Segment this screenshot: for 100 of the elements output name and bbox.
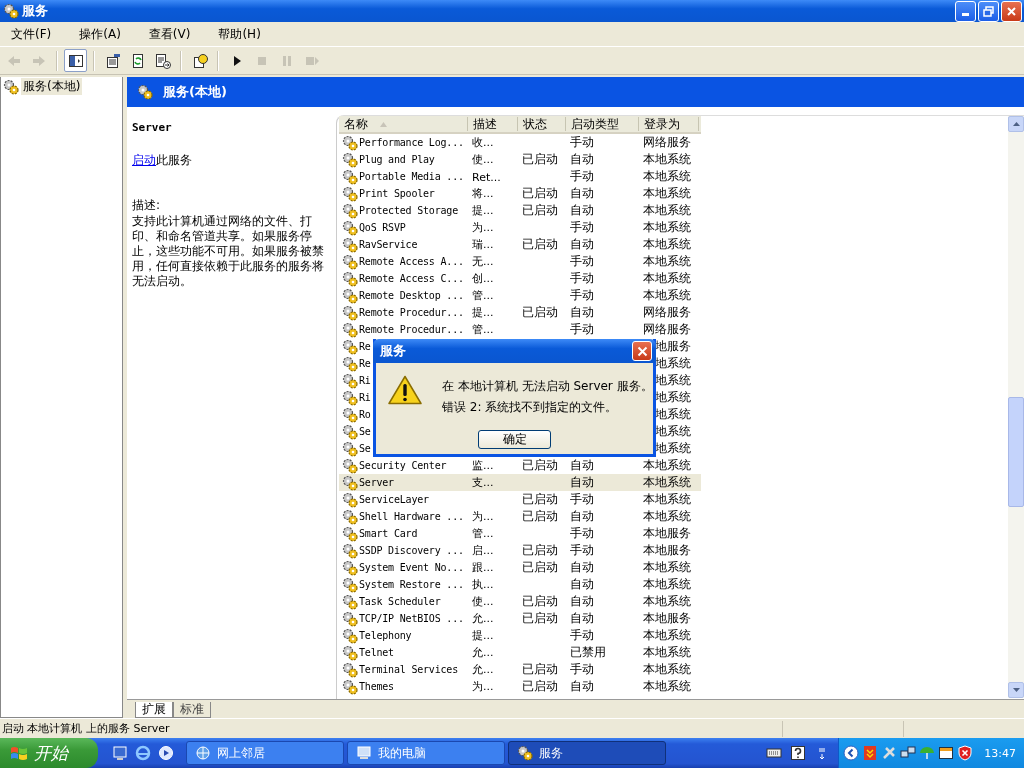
table-cell: 已启动	[522, 611, 558, 625]
table-cell: 本地系统	[643, 253, 691, 270]
service-name: Remote Procedur...	[359, 324, 464, 335]
table-cell: 已启动	[522, 458, 558, 472]
table-cell: 地系统	[655, 389, 691, 406]
table-cell: 自动	[570, 509, 594, 523]
table-cell: 本地系统	[643, 457, 691, 474]
service-name: Remote Access C...	[359, 273, 464, 284]
table-cell: 自动	[570, 203, 594, 217]
service-name: Telnet	[359, 647, 394, 658]
pane-title: 服务(本地)	[163, 83, 227, 101]
table-cell: 允...	[472, 663, 494, 676]
table-cell: 自动	[570, 577, 594, 591]
table-cell: 已禁用	[570, 645, 606, 659]
table-cell: 已启动	[522, 152, 558, 166]
table-cell: 管...	[472, 323, 494, 336]
status-text: 启动 本地计算机 上的服务 Server	[2, 721, 171, 736]
table-cell: 自动	[570, 560, 594, 574]
table-cell: 管...	[472, 289, 494, 302]
service-name: QoS RSVP	[359, 222, 406, 233]
table-cell: 已启动	[522, 186, 558, 200]
dialog-message: 在 本地计算机 无法启动 Server 服务。	[442, 378, 653, 395]
table-cell: 手动	[570, 271, 594, 285]
table-cell: 已启动	[522, 560, 558, 574]
table-cell: 本地系统	[643, 202, 691, 219]
service-name: Re	[359, 358, 371, 369]
description-text: 支持此计算机通过网络的文件、打印、和命名管道共享。如果服务停止，这些功能不可用。如果服务被禁用，任何直接依赖于此服务的服务将无法启动。	[132, 214, 325, 289]
table-cell: 手动	[570, 135, 594, 149]
service-name: Telephony	[359, 630, 412, 641]
description-label: 描述:	[132, 197, 162, 214]
dialog-title: 服务	[380, 342, 407, 360]
table-cell: 管...	[472, 527, 494, 540]
service-name: RavService	[359, 239, 418, 250]
table-cell: 本地系统	[643, 661, 691, 678]
service-name: Performance Log...	[359, 137, 464, 148]
error-message: 错误 2: 系统找不到指定的文件。	[442, 399, 619, 416]
table-cell: 网络服务	[643, 134, 691, 151]
service-name: TCP/IP NetBIOS ...	[359, 613, 464, 624]
table-cell: 手动	[570, 543, 594, 557]
table-cell: 本地系统	[643, 219, 691, 236]
table-cell: 本地系统	[643, 185, 691, 202]
table-cell: 网络服务	[643, 304, 691, 321]
table-cell: 手动	[570, 662, 594, 676]
table-cell: 手动	[570, 322, 594, 336]
table-cell: 将...	[472, 187, 494, 200]
table-cell: 地系统	[655, 355, 691, 372]
service-name: Print Spooler	[359, 188, 435, 199]
table-cell: 已启动	[522, 543, 558, 557]
table-cell: 启...	[472, 544, 494, 557]
table-cell: 已启动	[522, 237, 558, 251]
table-cell: 跟...	[472, 561, 494, 574]
start-service-text: 启动此服务	[132, 152, 193, 169]
table-cell: 已启动	[522, 662, 558, 676]
table-cell: 本地系统	[643, 151, 691, 168]
table-cell: 本地系统	[643, 576, 691, 593]
table-cell: 已启动	[522, 203, 558, 217]
service-name: Shell Hardware ...	[359, 511, 464, 522]
table-cell: 为...	[472, 510, 494, 523]
table-cell: 手动	[570, 628, 594, 642]
service-name: Re	[359, 341, 371, 352]
table-cell: 本地系统	[643, 491, 691, 508]
table-cell: 本地服务	[643, 525, 691, 542]
table-cell: 使...	[472, 595, 494, 608]
clock: 13:47	[984, 746, 1016, 760]
table-cell: 监...	[472, 459, 494, 472]
service-name: Remote Procedur...	[359, 307, 464, 318]
table-cell: 自动	[570, 237, 594, 251]
table-cell: 本地系统	[643, 287, 691, 304]
table-cell: 本地系统	[643, 644, 691, 661]
table-cell: 本地系统	[643, 474, 691, 491]
service-name: Remote Access A...	[359, 256, 464, 267]
service-name: Server	[359, 477, 394, 488]
table-cell: Ret...	[472, 170, 501, 184]
table-cell: 自动	[570, 186, 594, 200]
service-name: Ro	[359, 409, 371, 420]
table-cell: 自动	[570, 305, 594, 319]
table-cell: 手动	[570, 288, 594, 302]
table-cell: 已启动	[522, 492, 558, 506]
table-cell: 使...	[472, 153, 494, 166]
table-cell: 无...	[472, 255, 494, 268]
table-cell: 网络服务	[643, 321, 691, 338]
service-name: Terminal Services	[359, 664, 458, 675]
table-cell: 已启动	[522, 305, 558, 319]
table-cell: 地系统	[655, 372, 691, 389]
table-cell: 提...	[472, 204, 494, 217]
table-cell: 执...	[472, 578, 494, 591]
service-name: Remote Desktop ...	[359, 290, 464, 301]
table-cell: 提...	[472, 306, 494, 319]
table-cell: 已启动	[522, 594, 558, 608]
service-name: Protected Storage	[359, 205, 458, 216]
table-cell: 本地系统	[643, 270, 691, 287]
service-name: Themes	[359, 681, 394, 692]
table-cell: 自动	[570, 475, 594, 489]
table-cell: 本地系统	[643, 627, 691, 644]
table-cell: 手动	[570, 526, 594, 540]
service-name: Ri	[359, 392, 371, 403]
window-title: 服务	[22, 2, 49, 20]
table-cell: 自动	[570, 611, 594, 625]
service-name: Security Center	[359, 460, 447, 471]
service-name: Portable Media ...	[359, 171, 464, 182]
